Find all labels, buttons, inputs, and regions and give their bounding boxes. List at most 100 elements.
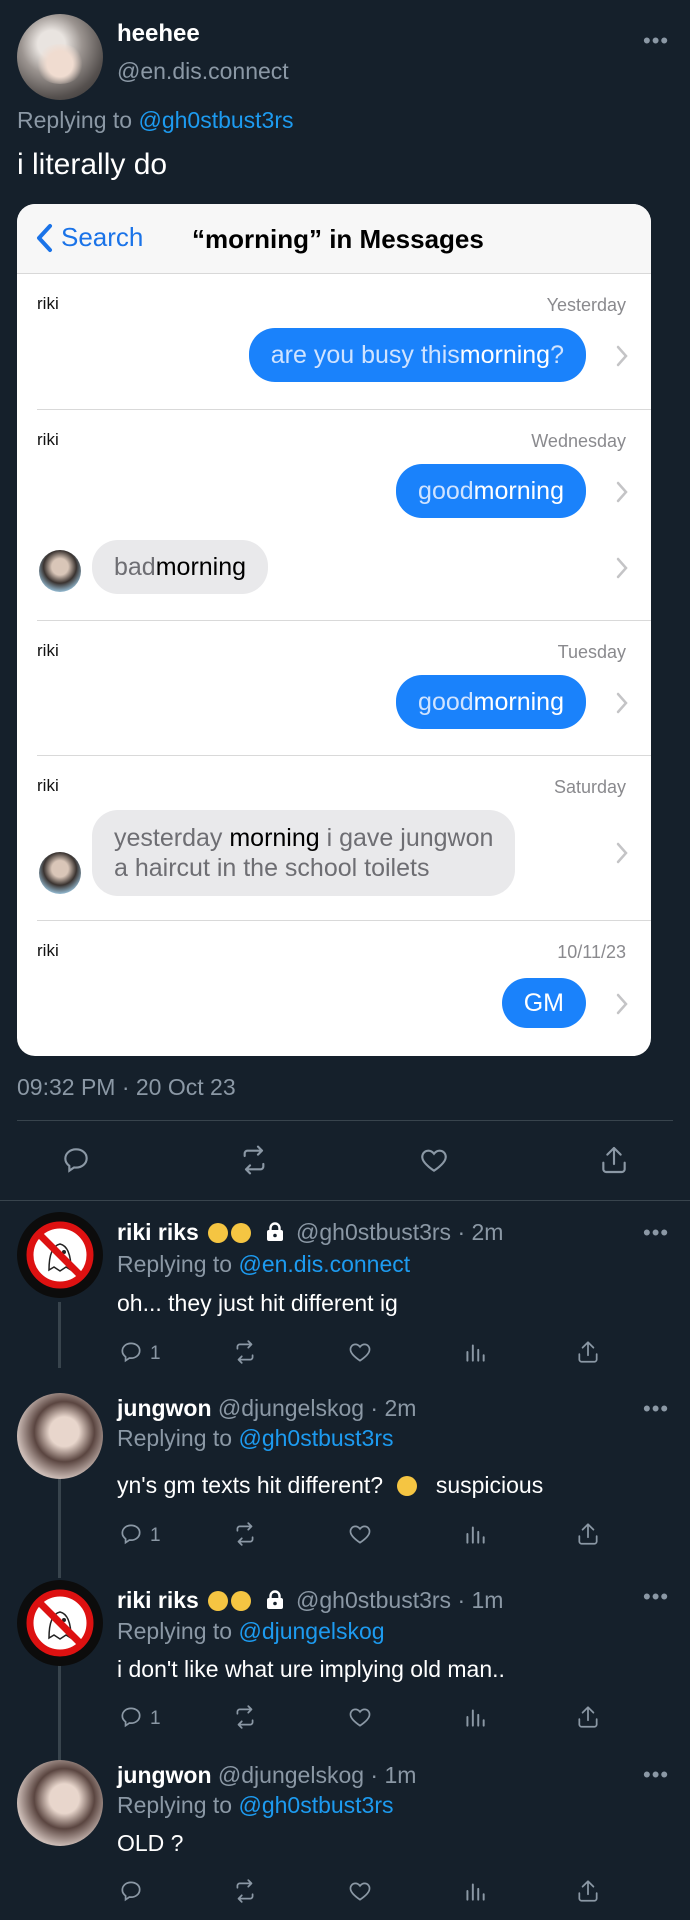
reply-name[interactable]: riki riks [117, 1587, 199, 1613]
more-options-icon[interactable]: ••• [643, 1220, 669, 1246]
like-icon[interactable] [347, 1339, 373, 1365]
message-date: 10/11/23 [557, 942, 626, 962]
sender-name: riki [37, 430, 59, 449]
like-icon[interactable] [347, 1704, 373, 1730]
reply-header: riki riks @gh0stbust3rs · 1m [117, 1587, 503, 1614]
reply-icon[interactable] [60, 1144, 92, 1176]
msg-text: good [418, 476, 474, 505]
reply-count: 1 [150, 1343, 161, 1364]
reply-header: jungwon @djungelskog · 1m [117, 1762, 416, 1789]
lock-icon [266, 1590, 283, 1609]
message-date: Yesterday [546, 295, 626, 315]
divider [0, 1200, 690, 1201]
replying-to-link[interactable]: @gh0stbust3rs [238, 1425, 393, 1451]
reply-icon[interactable] [118, 1521, 144, 1547]
more-options-icon[interactable]: ••• [643, 1584, 669, 1610]
msg-text: ? [550, 340, 564, 369]
share-icon[interactable] [575, 1704, 601, 1730]
reply-avatar-ghostbusters[interactable] [17, 1212, 103, 1298]
replying-to-link[interactable]: @djungelskog [238, 1618, 384, 1644]
like-icon[interactable] [418, 1144, 450, 1176]
share-icon[interactable] [575, 1339, 601, 1365]
retweet-icon[interactable] [232, 1704, 258, 1730]
like-icon[interactable] [347, 1878, 373, 1904]
reply-icon[interactable] [118, 1704, 144, 1730]
reply-header: riki riks @gh0stbust3rs · 2m [117, 1219, 503, 1246]
attached-screenshot[interactable]: Search “morning” in Messages riki Yester… [17, 204, 651, 1056]
ghostbusters-logo-icon [26, 1221, 94, 1289]
thread-line [58, 1302, 61, 1368]
analytics-icon[interactable] [462, 1878, 488, 1904]
retweet-icon[interactable] [232, 1878, 258, 1904]
chevron-right-icon [616, 481, 628, 503]
reply-replying-to: Replying to @gh0stbust3rs [117, 1425, 394, 1452]
scream-emoji-icon [231, 1223, 252, 1243]
reply-handle[interactable]: @gh0stbust3rs [296, 1219, 451, 1245]
message-bubble-out: GM [501, 978, 586, 1028]
reply-name[interactable]: riki riks [117, 1219, 199, 1245]
reply-name[interactable]: jungwon [117, 1762, 212, 1788]
messages-title: “morning” in Messages [192, 224, 484, 254]
reply-text-suffix: suspicious [435, 1472, 544, 1498]
replying-to: Replying to @gh0stbust3rs [17, 107, 294, 134]
msg-text: good [418, 687, 474, 716]
message-date: Wednesday [531, 431, 626, 451]
analytics-icon[interactable] [462, 1339, 488, 1365]
raised-eyebrow-emoji-icon [397, 1476, 418, 1496]
message-bubble-in: bad morning [92, 540, 269, 594]
separator [37, 920, 651, 921]
share-icon[interactable] [598, 1144, 630, 1176]
reply-icon[interactable] [118, 1339, 144, 1365]
message-bubble-out: good morning [396, 464, 586, 518]
more-options-icon[interactable]: ••• [643, 1762, 669, 1788]
retweet-icon[interactable] [238, 1144, 270, 1176]
message-bubble-in: yesterday morning i gave jungwon a hairc… [92, 810, 516, 896]
back-search-button: Search [35, 222, 143, 253]
reply-time: 1m [384, 1762, 417, 1788]
reply-handle[interactable]: @djungelskog [218, 1395, 364, 1421]
message-date: Saturday [553, 777, 626, 797]
analytics-icon[interactable] [462, 1521, 488, 1547]
dot-separator: · [451, 1219, 472, 1245]
more-options-icon[interactable]: ••• [643, 28, 669, 54]
tweet-timestamp: 09:32 PM · 20 Oct 23 [17, 1074, 236, 1100]
sender-name: riki [37, 776, 59, 795]
reply-name[interactable]: jungwon [117, 1395, 212, 1421]
author-name[interactable]: heehee [117, 20, 200, 48]
like-icon[interactable] [347, 1521, 373, 1547]
analytics-icon[interactable] [462, 1704, 488, 1730]
msg-text: bad [114, 552, 156, 581]
reply-text: oh... they just hit different ig [117, 1290, 398, 1316]
replying-to-link[interactable]: @en.dis.connect [238, 1251, 410, 1277]
msg-text: yesterday [114, 824, 230, 852]
replying-prefix: Replying to [17, 107, 139, 133]
reply-avatar-ghostbusters[interactable] [17, 1580, 103, 1666]
reply-handle[interactable]: @djungelskog [218, 1762, 364, 1788]
reply-handle[interactable]: @gh0stbust3rs [296, 1587, 451, 1613]
reply-replying-to: Replying to @gh0stbust3rs [117, 1792, 394, 1819]
reply-header: jungwon @djungelskog · 2m [117, 1395, 416, 1422]
replying-prefix: Replying to [117, 1251, 239, 1277]
replying-to-link[interactable]: @gh0stbust3rs [238, 1792, 393, 1818]
reply-icon[interactable] [118, 1878, 144, 1904]
chevron-right-icon [616, 993, 628, 1015]
reply-avatar-jungwon[interactable] [17, 1393, 103, 1479]
author-handle[interactable]: @en.dis.connect [117, 58, 289, 85]
retweet-icon[interactable] [232, 1339, 258, 1365]
contact-avatar [39, 550, 81, 592]
reply-count: 1 [150, 1708, 161, 1729]
reply-avatar-jungwon[interactable] [17, 1760, 103, 1846]
ghostbusters-logo-icon [26, 1589, 94, 1657]
tweet-text: i literally do [17, 148, 168, 181]
scream-emoji-icon [208, 1591, 229, 1611]
share-icon[interactable] [575, 1878, 601, 1904]
author-avatar[interactable] [17, 14, 103, 100]
thread-line [58, 1478, 61, 1578]
replying-to-link[interactable]: @gh0stbust3rs [138, 107, 293, 133]
more-options-icon[interactable]: ••• [643, 1396, 669, 1422]
share-icon[interactable] [575, 1521, 601, 1547]
retweet-icon[interactable] [232, 1521, 258, 1547]
msg-highlight: morning [155, 552, 247, 581]
chevron-right-icon [616, 692, 628, 714]
reply-text: yn's gm texts hit different? suspicious [117, 1472, 543, 1499]
